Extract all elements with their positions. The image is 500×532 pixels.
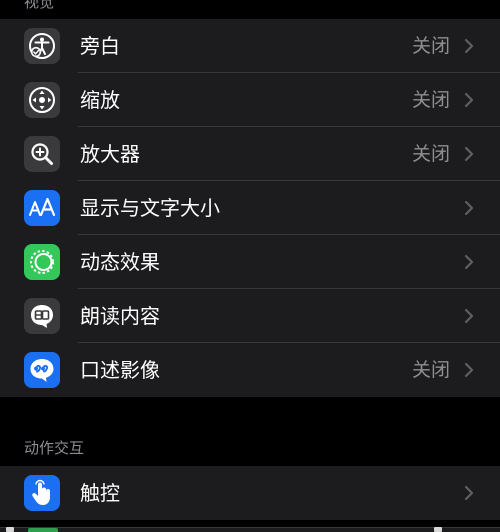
zoom-icon xyxy=(24,82,60,118)
text-size-icon xyxy=(24,190,60,226)
next-row-icon-fragment xyxy=(28,528,58,532)
chevron-right-icon xyxy=(464,254,474,270)
chevron-right-icon xyxy=(464,308,474,324)
setting-row-display-text-size[interactable]: 显示与文字大小 xyxy=(0,181,500,235)
setting-label: 口述影像 xyxy=(80,358,160,382)
chevron-right-icon xyxy=(464,38,474,54)
setting-row-zoom[interactable]: 缩放 关闭 xyxy=(0,73,500,127)
chevron-right-icon xyxy=(464,200,474,216)
interaction-group: 触控 xyxy=(0,466,500,520)
setting-label: 触控 xyxy=(80,481,120,505)
touch-icon xyxy=(24,475,60,511)
setting-value: 关闭 xyxy=(411,359,450,381)
section-header-interaction: 动作交互 xyxy=(24,439,85,457)
chevron-right-icon xyxy=(464,92,474,108)
audio-descriptions-icon xyxy=(24,352,60,388)
vision-group: 旁白 关闭 缩放 关闭 放大器 关闭 显示与文字大小 动态效果 朗读内容 口述影… xyxy=(0,19,500,397)
magnifier-icon xyxy=(24,136,60,172)
voiceover-icon xyxy=(24,28,60,64)
setting-label: 缩放 xyxy=(80,88,120,112)
setting-label: 显示与文字大小 xyxy=(80,196,220,220)
next-row-partial xyxy=(0,527,500,532)
chevron-right-icon xyxy=(464,362,474,378)
spoken-content-icon xyxy=(24,298,60,334)
motion-icon xyxy=(24,244,60,280)
selection-handle-left xyxy=(6,527,14,532)
setting-row-audio-descriptions[interactable]: 口述影像 关闭 xyxy=(0,343,500,397)
section-header-vision: 视觉 xyxy=(24,0,55,11)
setting-value: 关闭 xyxy=(411,89,450,111)
row-separator xyxy=(0,527,500,528)
setting-row-touch[interactable]: 触控 xyxy=(0,466,500,520)
setting-row-voiceover[interactable]: 旁白 关闭 xyxy=(0,19,500,73)
accessibility-settings-screen: 视觉 旁白 关闭 缩放 关闭 放大器 关闭 显示与文字大小 动态效果 朗读内容 … xyxy=(0,0,500,532)
chevron-right-icon xyxy=(464,485,474,501)
setting-label: 放大器 xyxy=(80,142,140,166)
selection-handle-right xyxy=(434,527,442,532)
setting-row-magnifier[interactable]: 放大器 关闭 xyxy=(0,127,500,181)
setting-label: 朗读内容 xyxy=(80,304,160,328)
setting-label: 动态效果 xyxy=(80,250,160,274)
setting-row-motion[interactable]: 动态效果 xyxy=(0,235,500,289)
setting-value: 关闭 xyxy=(411,143,450,165)
setting-label: 旁白 xyxy=(80,34,120,58)
setting-value: 关闭 xyxy=(411,35,450,57)
chevron-right-icon xyxy=(464,146,474,162)
setting-row-spoken-content[interactable]: 朗读内容 xyxy=(0,289,500,343)
